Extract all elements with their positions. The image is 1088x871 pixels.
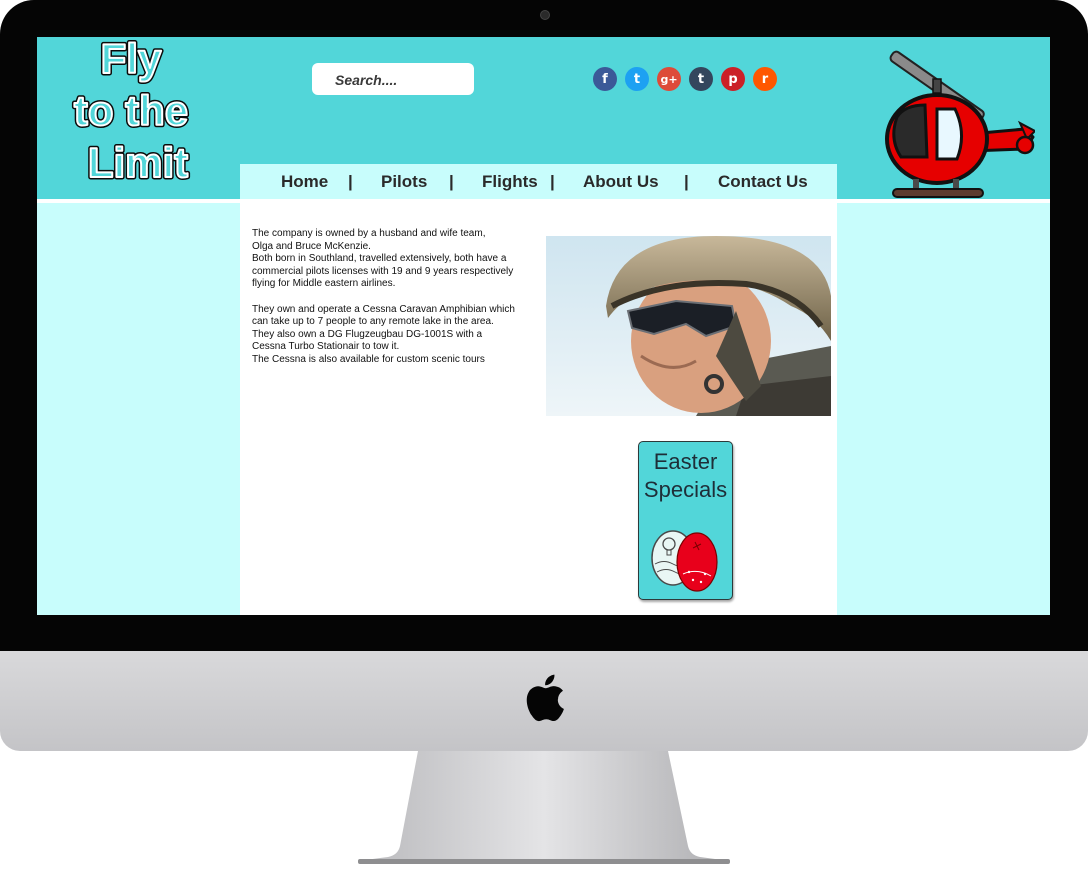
- nav-separator: |: [449, 172, 454, 191]
- social-links: f t g+ t p r: [593, 67, 777, 91]
- twitter-icon[interactable]: t: [625, 67, 649, 91]
- main-content: The company is owned by a husband and wi…: [240, 203, 837, 615]
- pinterest-icon[interactable]: p: [721, 67, 745, 91]
- nav-home[interactable]: Home: [281, 172, 328, 192]
- helicopter-icon: [885, 50, 1035, 198]
- about-line: They own and operate a Cessna Caravan Am…: [252, 303, 515, 315]
- about-line: can take up to 7 people to any remote la…: [252, 316, 494, 328]
- nav-separator: |: [348, 172, 353, 191]
- camera-icon: [540, 10, 550, 20]
- google-plus-icon[interactable]: g+: [657, 67, 681, 91]
- promo-title-line: Specials: [643, 477, 728, 502]
- svg-text:Fly: Fly: [101, 37, 162, 82]
- about-line: Both born in Southland, travelled extens…: [252, 253, 507, 265]
- apple-icon: [526, 674, 564, 722]
- nav-separator: |: [684, 172, 689, 191]
- about-line: They also own a DG Flugzeugbau DG-1001S …: [252, 328, 483, 340]
- svg-text:to the: to the: [74, 87, 188, 134]
- search-placeholder: Search....: [335, 72, 398, 88]
- about-line: The Cessna is also available for custom …: [252, 353, 485, 365]
- svg-text:Limit: Limit: [88, 139, 188, 186]
- main-navigation: Home | Pilots | Flights | About Us | Con…: [240, 164, 837, 199]
- about-line: commercial pilots licenses with 19 and 9…: [252, 265, 514, 277]
- website-screen: Fly to the Limit Fly to the Limit Search…: [37, 37, 1050, 615]
- nav-separator: |: [550, 172, 555, 191]
- paragraph-spacer: [252, 291, 542, 304]
- about-line: Olga and Bruce McKenzie.: [252, 240, 371, 252]
- easter-eggs-icon: [651, 530, 718, 592]
- about-line: flying for Middle eastern airlines.: [252, 278, 396, 290]
- site-header: Fly to the Limit Fly to the Limit Search…: [37, 37, 1050, 199]
- nav-pilots[interactable]: Pilots: [381, 172, 427, 192]
- about-line: The company is owned by a husband and wi…: [252, 228, 486, 239]
- site-logo[interactable]: Fly to the Limit Fly to the Limit: [59, 37, 209, 193]
- promo-title-line: Easter: [653, 449, 718, 474]
- tumblr-icon[interactable]: t: [689, 67, 713, 91]
- nav-flights[interactable]: Flights: [482, 172, 538, 192]
- monitor-stand: [358, 751, 730, 864]
- pilot-photo: [546, 236, 831, 416]
- about-line: Cessna Turbo Stationair to tow it.: [252, 341, 400, 353]
- reddit-icon[interactable]: r: [753, 67, 777, 91]
- promo-title: Easter Specials: [639, 448, 732, 504]
- search-input[interactable]: Search....: [312, 63, 474, 95]
- nav-contact-us[interactable]: Contact Us: [718, 172, 808, 192]
- nav-about-us[interactable]: About Us: [583, 172, 659, 192]
- about-text: The company is owned by a husband and wi…: [252, 228, 542, 367]
- facebook-icon[interactable]: f: [593, 67, 617, 91]
- easter-specials-banner[interactable]: Easter Specials: [638, 441, 733, 600]
